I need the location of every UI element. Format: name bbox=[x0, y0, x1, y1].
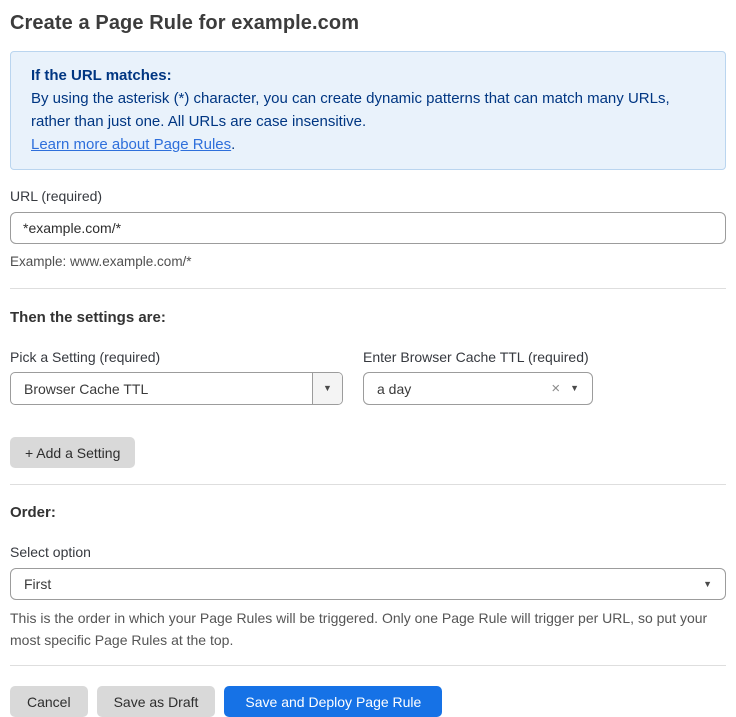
setting-picker-label: Pick a Setting (required) bbox=[10, 349, 363, 365]
section-divider bbox=[10, 484, 726, 485]
save-as-draft-button[interactable]: Save as Draft bbox=[97, 686, 216, 717]
chevron-down-icon: ▼ bbox=[703, 580, 712, 589]
setting-picker-value: Browser Cache TTL bbox=[11, 373, 312, 404]
order-select-label: Select option bbox=[10, 544, 726, 560]
ttl-picker-label: Enter Browser Cache TTL (required) bbox=[363, 349, 589, 365]
order-select-value: First bbox=[11, 569, 703, 599]
url-input[interactable] bbox=[10, 212, 726, 244]
settings-controls-row: Browser Cache TTL ▼ a day × ▼ bbox=[10, 372, 726, 405]
order-arrow-wrap: ▼ bbox=[703, 569, 725, 599]
url-example-helper: Example: www.example.com/* bbox=[10, 251, 726, 272]
ttl-arrow-wrap[interactable]: ▼ bbox=[570, 373, 592, 404]
ttl-value-combobox[interactable]: a day × ▼ bbox=[363, 372, 593, 405]
page-title: Create a Page Rule for example.com bbox=[10, 12, 726, 35]
learn-more-link[interactable]: Learn more about Page Rules bbox=[31, 136, 231, 153]
create-page-rule-form: Create a Page Rule for example.com If th… bbox=[0, 0, 736, 717]
link-suffix: . bbox=[231, 136, 235, 153]
cancel-button[interactable]: Cancel bbox=[10, 686, 88, 717]
order-section-heading: Order: bbox=[10, 504, 726, 521]
url-field-label: URL (required) bbox=[10, 188, 726, 204]
chevron-down-icon: ▼ bbox=[570, 384, 579, 393]
ttl-value-text: a day bbox=[364, 373, 551, 404]
order-select[interactable]: First ▼ bbox=[10, 568, 726, 600]
setting-picker-select[interactable]: Browser Cache TTL ▼ bbox=[10, 372, 343, 405]
footer-actions: Cancel Save as Draft Save and Deploy Pag… bbox=[10, 686, 726, 717]
settings-section-heading: Then the settings are: bbox=[10, 309, 726, 326]
info-box-heading: If the URL matches: bbox=[31, 64, 705, 87]
order-helper-text: This is the order in which your Page Rul… bbox=[10, 607, 720, 651]
save-and-deploy-button[interactable]: Save and Deploy Page Rule bbox=[224, 686, 442, 717]
clear-icon[interactable]: × bbox=[551, 373, 570, 404]
footer-divider bbox=[10, 665, 726, 666]
chevron-down-icon: ▼ bbox=[323, 384, 332, 393]
info-box-body: By using the asterisk (*) character, you… bbox=[31, 87, 705, 133]
section-divider bbox=[10, 288, 726, 289]
setting-picker-arrow-segment[interactable]: ▼ bbox=[312, 373, 342, 404]
info-box-link-line: Learn more about Page Rules. bbox=[31, 133, 705, 156]
settings-labels-row: Pick a Setting (required) Enter Browser … bbox=[10, 349, 726, 365]
add-setting-button[interactable]: + Add a Setting bbox=[10, 437, 135, 468]
url-match-info-box: If the URL matches: By using the asteris… bbox=[10, 51, 726, 170]
